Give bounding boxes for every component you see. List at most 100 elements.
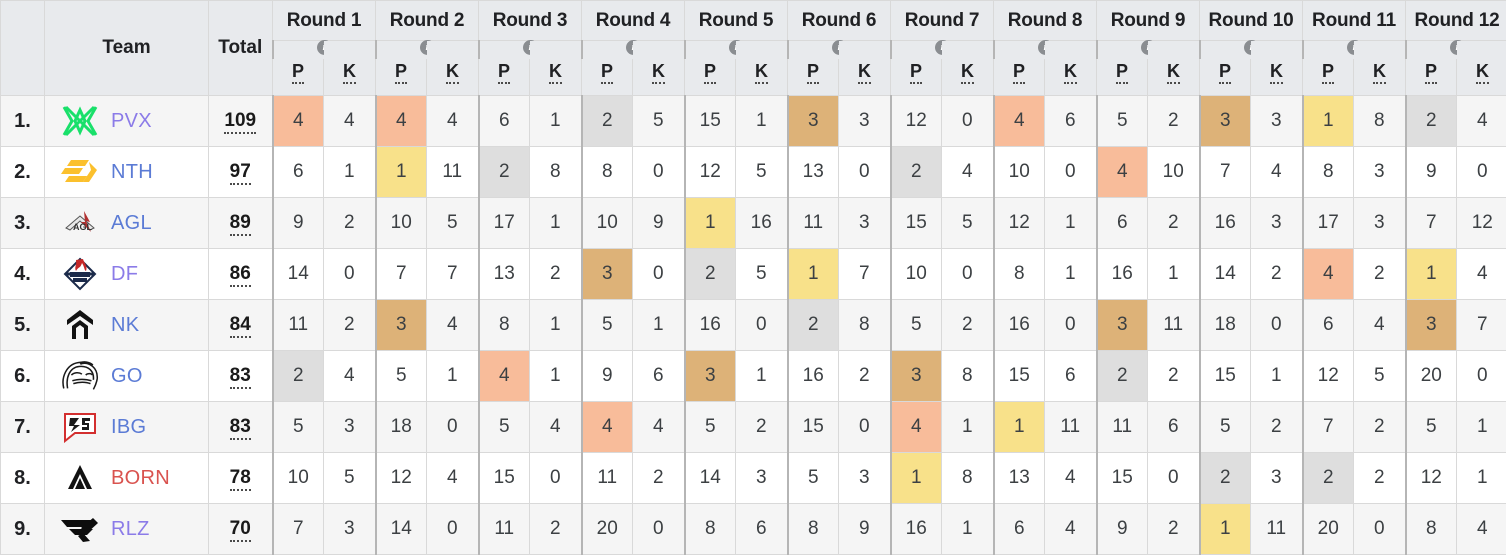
placement-label: P bbox=[909, 60, 922, 84]
total-points-value: 70 bbox=[229, 518, 251, 542]
table-row[interactable]: 2. NTH 97 6 1 1 11 2 8 8 0 12 5 13 0 2 4 10 0 4 10 7 4 8 3 9 0 bbox=[0, 146, 1506, 198]
table-row[interactable]: 5. NK 84 11 2 3 4 8 1 5 1 16 0 2 8 5 2 16 0 3 11 18 0 6 4 3 7 bbox=[0, 299, 1506, 351]
kills-header-round-4[interactable]: K bbox=[632, 58, 685, 96]
team-cell[interactable]: BORN bbox=[44, 452, 209, 504]
placement-cell: 7 bbox=[1404, 197, 1458, 249]
placement-cell: 8 bbox=[1301, 146, 1354, 198]
kills-header-round-9[interactable]: K bbox=[1147, 58, 1200, 96]
placement-header-round-1[interactable]: P bbox=[272, 58, 324, 96]
placement-cell: 16 bbox=[1095, 248, 1148, 300]
total-column-header: Total bbox=[208, 0, 273, 96]
round-info-cell-k-9 bbox=[1147, 40, 1201, 59]
placement-cell: 11 bbox=[580, 452, 633, 504]
kills-label: K bbox=[1373, 60, 1386, 84]
kills-header-round-11[interactable]: K bbox=[1352, 58, 1407, 96]
table-row[interactable]: 6. GO 83 2 4 5 1 4 1 9 6 3 1 16 2 3 8 15 6 2 2 15 1 12 5 20 0 bbox=[0, 350, 1506, 402]
placement-header-round-10[interactable]: P bbox=[1199, 58, 1251, 96]
placement-cell: 12 bbox=[1301, 350, 1354, 402]
team-name-label[interactable]: GO bbox=[111, 365, 143, 388]
table-row[interactable]: 3. AGL AGL 89 9 2 10 5 17 1 10 9 1 16 11 3 15 5 12 1 6 2 16 3 17… bbox=[0, 197, 1506, 249]
placement-cell: 12 bbox=[1404, 452, 1458, 504]
placement-cell: 1 bbox=[1404, 248, 1458, 300]
round-info-cell-p-12: i bbox=[1404, 40, 1465, 59]
ibg-logo bbox=[59, 408, 101, 446]
placement-cell: 4 bbox=[889, 401, 942, 453]
round-info-cell-k-7 bbox=[941, 40, 995, 59]
kills-cell: 0 bbox=[1147, 452, 1201, 504]
total-points-cell: 97 bbox=[208, 146, 273, 198]
placement-cell: 4 bbox=[580, 401, 633, 453]
kills-cell: 6 bbox=[1044, 95, 1098, 147]
table-row[interactable]: 9. RLZ 70 7 3 14 0 11 2 20 0 8 6 8 9 16 1 6 4 9 2 1 11 20 0 8 4 bbox=[0, 503, 1506, 555]
kills-header-round-10[interactable]: K bbox=[1250, 58, 1303, 96]
kills-cell: 4 bbox=[1456, 503, 1506, 555]
placement-cell: 9 bbox=[1095, 503, 1148, 555]
kills-cell: 2 bbox=[1250, 248, 1304, 300]
kills-header-round-8[interactable]: K bbox=[1044, 58, 1097, 96]
placement-header-round-8[interactable]: P bbox=[993, 58, 1045, 96]
rlz-logo bbox=[59, 510, 101, 548]
placement-cell: 15 bbox=[1198, 350, 1251, 402]
table-row[interactable]: 8. BORN 78 10 5 12 4 15 0 11 2 14 3 5 3 1 8 13 4 15 0 2 3 2 2 12 1 bbox=[0, 452, 1506, 504]
kills-cell: 3 bbox=[1250, 452, 1304, 504]
placement-header-round-6[interactable]: P bbox=[787, 58, 839, 96]
kills-header-round-6[interactable]: K bbox=[838, 58, 891, 96]
team-cell[interactable]: IBG bbox=[44, 401, 209, 453]
placement-cell: 4 bbox=[1095, 146, 1148, 198]
kills-header-round-3[interactable]: K bbox=[529, 58, 582, 96]
team-name-label[interactable]: BORN bbox=[111, 467, 170, 490]
kills-cell: 6 bbox=[1044, 350, 1098, 402]
team-cell[interactable]: NK bbox=[44, 299, 209, 351]
placement-header-round-9[interactable]: P bbox=[1096, 58, 1148, 96]
team-cell[interactable]: AGL AGL bbox=[44, 197, 209, 249]
placement-cell: 20 bbox=[1301, 503, 1354, 555]
round-info-cell-k-8 bbox=[1044, 40, 1098, 59]
table-row[interactable]: 1. PVX 109 4 4 4 4 6 1 2 5 15 1 3 3 12 0 4 6 5 2 3 3 1 8 2 4 bbox=[0, 95, 1506, 147]
kills-header-round-5[interactable]: K bbox=[735, 58, 788, 96]
placement-header-round-12[interactable]: P bbox=[1405, 58, 1458, 96]
table-row[interactable]: 7. IBG 83 5 3 18 0 5 4 4 4 5 2 15 0 4 1 1 11 11 6 5 2 7 2 5 1 bbox=[0, 401, 1506, 453]
round-info-cell-k-4 bbox=[632, 40, 686, 59]
kills-cell: 4 bbox=[1044, 452, 1098, 504]
kills-cell: 4 bbox=[323, 350, 377, 402]
team-name-label[interactable]: RLZ bbox=[111, 518, 150, 541]
round-info-cell-k-1 bbox=[323, 40, 377, 59]
placement-header-round-4[interactable]: P bbox=[581, 58, 633, 96]
team-cell[interactable]: NTH bbox=[44, 146, 209, 198]
kills-cell: 0 bbox=[735, 299, 789, 351]
kills-cell: 0 bbox=[1456, 350, 1506, 402]
kills-header-round-12[interactable]: K bbox=[1456, 58, 1506, 96]
team-name-label[interactable]: NTH bbox=[111, 161, 153, 184]
round-info-cell-k-11 bbox=[1353, 40, 1407, 59]
kills-cell: 0 bbox=[426, 401, 480, 453]
placement-header-round-7[interactable]: P bbox=[890, 58, 942, 96]
kills-cell: 3 bbox=[838, 197, 892, 249]
placement-cell: 11 bbox=[1095, 401, 1148, 453]
team-name-label[interactable]: IBG bbox=[111, 416, 146, 439]
kills-header-round-7[interactable]: K bbox=[941, 58, 994, 96]
placement-header-round-2[interactable]: P bbox=[375, 58, 427, 96]
kills-cell: 2 bbox=[1250, 401, 1304, 453]
placement-cell: 16 bbox=[1198, 197, 1251, 249]
table-row[interactable]: 4. DF 86 14 0 7 7 13 2 3 0 2 5 1 7 10 0 8 1 16 1 14 2 4 2 1 4 bbox=[0, 248, 1506, 300]
placement-cell: 3 bbox=[580, 248, 633, 300]
team-cell[interactable]: GO bbox=[44, 350, 209, 402]
placement-cell: 6 bbox=[992, 503, 1045, 555]
placement-label: P bbox=[291, 60, 304, 84]
team-cell[interactable]: PVX bbox=[44, 95, 209, 147]
kills-header-round-1[interactable]: K bbox=[323, 58, 376, 96]
placement-header-round-11[interactable]: P bbox=[1302, 58, 1354, 96]
team-name-label[interactable]: PVX bbox=[111, 110, 152, 133]
team-name-label[interactable]: NK bbox=[111, 314, 139, 337]
team-cell[interactable]: DF bbox=[44, 248, 209, 300]
team-name-label[interactable]: DF bbox=[111, 263, 138, 286]
team-cell[interactable]: RLZ bbox=[44, 503, 209, 555]
round-info-cell-p-2: i bbox=[374, 40, 435, 59]
team-name-label[interactable]: AGL bbox=[111, 212, 152, 235]
kills-cell: 4 bbox=[1044, 503, 1098, 555]
placement-header-round-5[interactable]: P bbox=[684, 58, 736, 96]
placement-header-round-3[interactable]: P bbox=[478, 58, 530, 96]
kills-header-round-2[interactable]: K bbox=[426, 58, 479, 96]
kills-cell: 7 bbox=[838, 248, 892, 300]
kills-cell: 1 bbox=[1147, 248, 1201, 300]
